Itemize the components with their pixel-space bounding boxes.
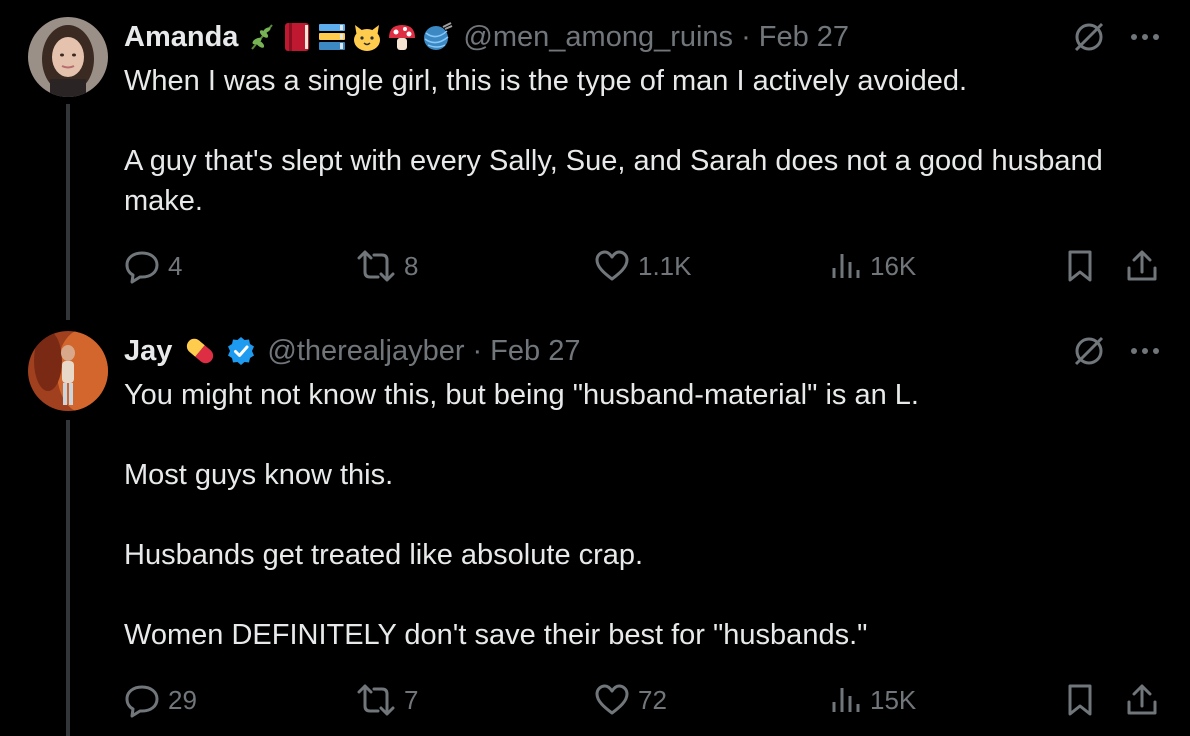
separator-dot: · [741, 20, 751, 53]
post-date[interactable]: Feb 27 [490, 335, 580, 368]
tweet-top-icons [1072, 334, 1160, 368]
like-button[interactable]: 72 [594, 680, 667, 720]
repost-count: 8 [404, 250, 419, 281]
tweet-text: When I was a single girl, this is the ty… [124, 61, 1169, 221]
tweet-paragraph: When I was a single girl, this is the ty… [124, 65, 968, 97]
thread-line [66, 104, 70, 320]
reply-count: 29 [168, 684, 197, 715]
tweet-paragraph: Husbands get treated like absolute crap. [124, 539, 644, 571]
name-emojis [180, 334, 257, 368]
more-options-icon[interactable] [1130, 32, 1160, 42]
heart-icon [595, 684, 629, 715]
tweet-text: You might not know this, but being "husb… [124, 375, 1169, 655]
more-options-icon[interactable] [1130, 346, 1160, 356]
cat-face-icon [354, 25, 381, 51]
bookmark-icon [1068, 684, 1092, 716]
avatar[interactable] [28, 17, 108, 97]
repost-button[interactable]: 8 [356, 246, 418, 286]
tweet-header: Jay @therealjayber · Feb 27 [124, 331, 580, 371]
mushroom-icon [389, 25, 416, 50]
grok-icon[interactable] [1072, 20, 1106, 54]
repost-button[interactable]: 7 [356, 680, 418, 720]
action-bar: 29 7 72 15K [124, 680, 1164, 720]
share-icon [1127, 250, 1157, 281]
separator-dot: · [472, 334, 483, 367]
avatar[interactable] [28, 331, 108, 411]
display-name[interactable]: Amanda [124, 21, 238, 54]
tweet-paragraph: A guy that's slept with every Sally, Sue… [124, 145, 1103, 217]
repost-count: 7 [404, 684, 419, 715]
heart-icon [595, 250, 629, 281]
views-icon [832, 688, 860, 712]
closed-book-icon [285, 23, 310, 51]
user-handle[interactable]: @therealjayber [267, 335, 464, 368]
views-button[interactable]: 15K [830, 680, 916, 720]
repost-icon [357, 250, 395, 282]
like-button[interactable]: 1.1K [594, 246, 692, 286]
like-count: 1.1K [638, 250, 692, 281]
bookmark-button[interactable] [1064, 246, 1096, 286]
herb-icon [251, 24, 274, 50]
share-button[interactable] [1124, 246, 1160, 286]
like-count: 72 [638, 684, 667, 715]
pill-icon [187, 338, 214, 364]
views-button[interactable]: 16K [830, 246, 916, 286]
thread-line [66, 420, 70, 736]
display-name[interactable]: Jay [124, 335, 172, 368]
reply-icon [125, 251, 159, 284]
tweet-amanda[interactable]: Amanda @men_among_ruins · Feb 27 When I … [0, 0, 1190, 320]
reply-count: 4 [168, 250, 183, 281]
share-icon [1127, 684, 1157, 715]
tweet-jay[interactable]: Jay @therealjayber · Feb 27 You might no… [0, 320, 1190, 736]
yarn-icon [424, 22, 453, 50]
tweet-paragraph: Women DEFINITELY don't save their best f… [124, 619, 868, 651]
tweet-paragraph: Most guys know this. [124, 459, 394, 491]
view-count: 15K [870, 684, 917, 715]
name-emojis [246, 21, 453, 53]
verified-badge-icon[interactable] [225, 335, 257, 367]
tweet-top-icons [1072, 20, 1160, 54]
grok-icon[interactable] [1072, 334, 1106, 368]
bookmark-button[interactable] [1064, 680, 1096, 720]
repost-icon [357, 684, 395, 716]
user-handle[interactable]: @men_among_ruins [463, 21, 733, 54]
action-bar: 4 8 1.1K 16K [124, 246, 1164, 286]
reply-button[interactable]: 4 [124, 246, 182, 286]
bookmark-icon [1068, 250, 1092, 282]
reply-icon [125, 685, 159, 718]
reply-button[interactable]: 29 [124, 680, 197, 720]
tweet-header: Amanda @men_among_ruins · Feb 27 [124, 17, 849, 57]
views-icon [832, 254, 860, 278]
share-button[interactable] [1124, 680, 1160, 720]
books-icon [319, 24, 346, 50]
view-count: 16K [870, 250, 917, 281]
post-date[interactable]: Feb 27 [759, 21, 849, 54]
tweet-paragraph: You might not know this, but being "husb… [124, 379, 919, 411]
